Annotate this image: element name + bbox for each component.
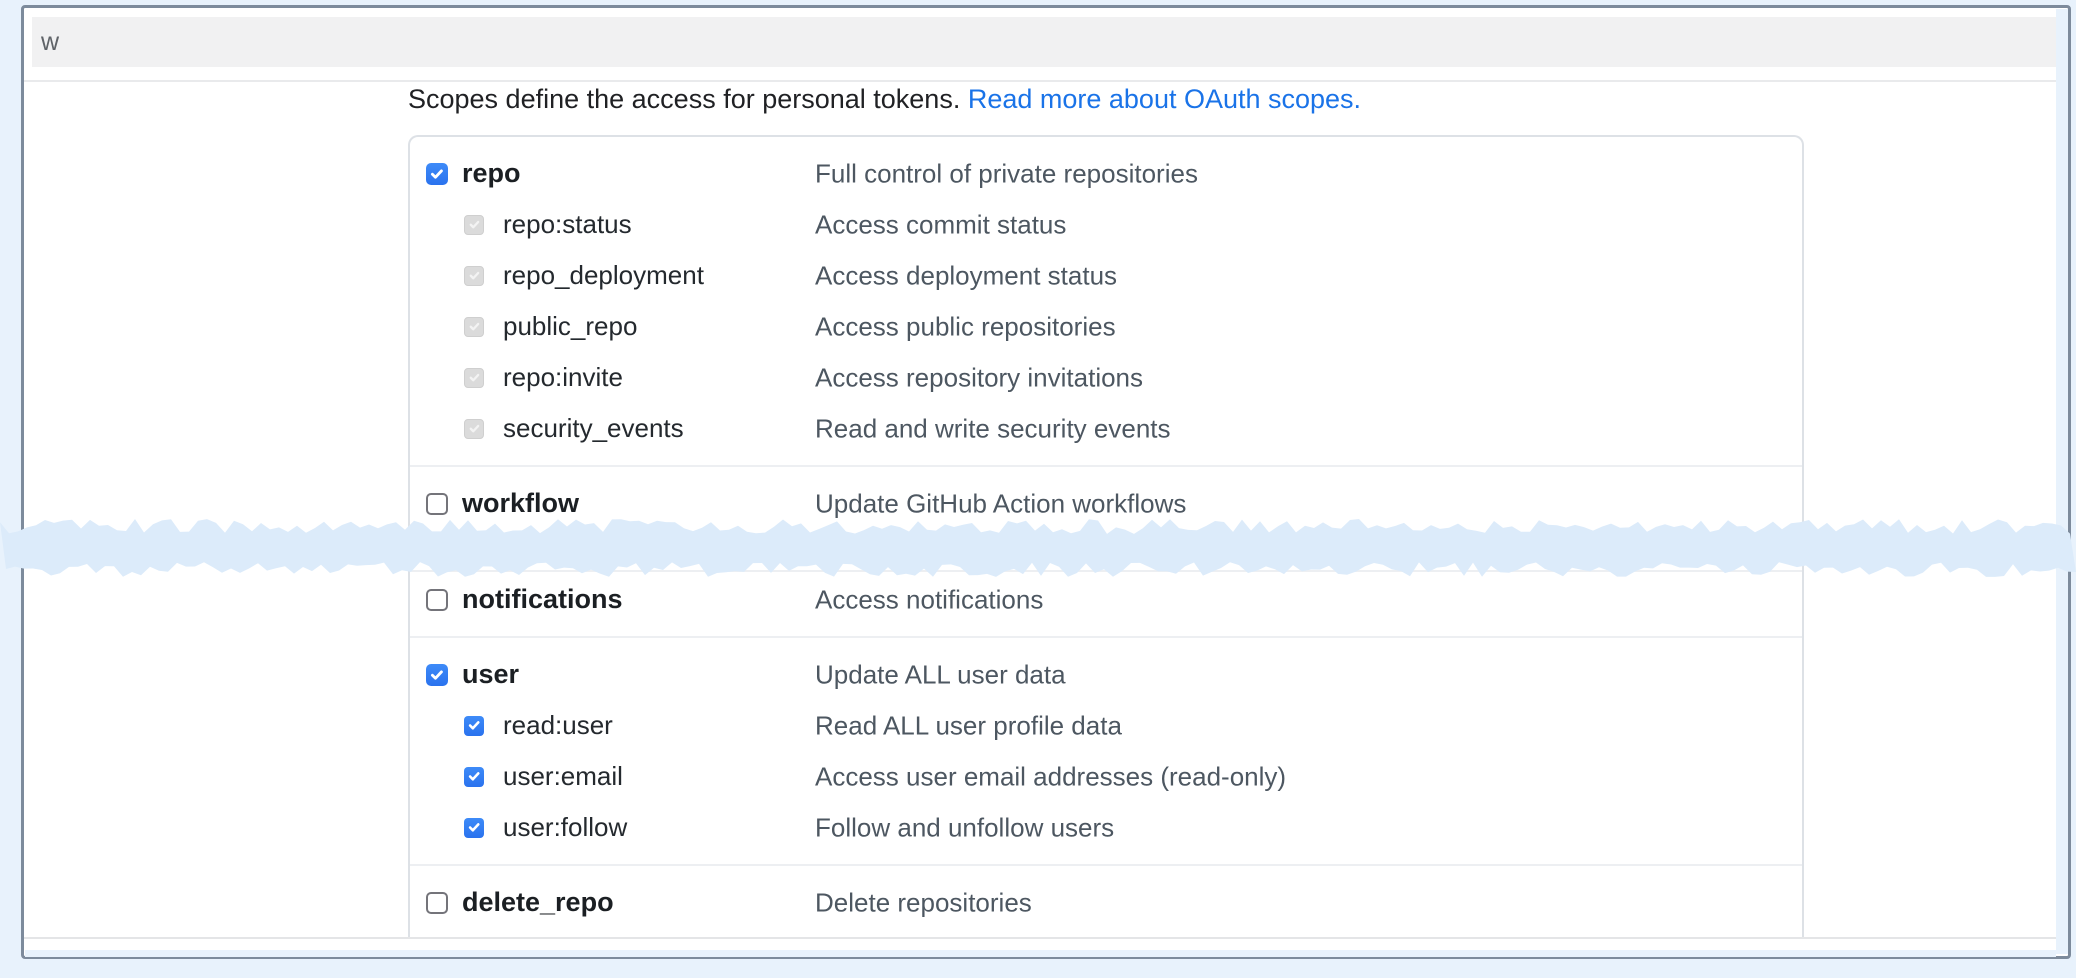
checkbox-repo[interactable]: [426, 163, 448, 185]
scope-description: Delete repositories: [815, 887, 1032, 918]
scope-description: Access notifications: [815, 584, 1043, 615]
note-input[interactable]: w: [32, 17, 2056, 67]
scope-row-repo: repo Full control of private repositories: [410, 148, 1802, 199]
checkbox-repo_deployment: [464, 266, 484, 286]
checkbox-security_events: [464, 419, 484, 439]
right-gutter: [2056, 9, 2068, 954]
scope-row-repo:invite: repo:invite Access repository invitations: [410, 352, 1802, 403]
checkbox-user[interactable]: [426, 664, 448, 686]
scope-label: public_repo: [503, 311, 637, 342]
oauth-scopes-link[interactable]: Read more about OAuth scopes.: [968, 84, 1361, 114]
scope-label: repo_deployment: [503, 260, 704, 291]
scope-label: notifications: [462, 584, 623, 615]
scope-label: user:email: [503, 761, 623, 792]
scope-label: delete_repo: [462, 887, 614, 918]
scope-label: repo:status: [503, 209, 632, 240]
checkbox-workflow[interactable]: [426, 493, 448, 515]
scope-row-repo:status: repo:status Access commit status: [410, 199, 1802, 250]
scope-group-delete_repo: delete_repo Delete repositories: [410, 866, 1802, 932]
header-divider: [24, 80, 2056, 82]
scope-row-security_events: security_events Read and write security e…: [410, 403, 1802, 454]
page-bottom-divider: [24, 937, 2056, 939]
scope-label: user: [462, 659, 519, 690]
scope-description: Read ALL user profile data: [815, 710, 1122, 741]
scope-row-user:follow: user:follow Follow and unfollow users: [410, 802, 1802, 853]
scope-label: repo:invite: [503, 362, 623, 393]
scope-label: user:follow: [503, 812, 627, 843]
scope-label: security_events: [503, 413, 684, 444]
scope-description: Update ALL user data: [815, 659, 1066, 690]
scope-group-repo: repo Full control of private repositories…: [410, 137, 1802, 465]
scope-description: Read and write security events: [815, 413, 1171, 444]
scope-group-notifications: notifications Access notifications: [410, 572, 1802, 636]
scope-label: workflow: [462, 488, 579, 519]
checkbox-repo:status: [464, 215, 484, 235]
scope-row-user: user Update ALL user data: [410, 649, 1802, 700]
scope-label: repo: [462, 158, 521, 189]
checkbox-user:email[interactable]: [464, 767, 484, 787]
scope-description: Access repository invitations: [815, 362, 1143, 393]
scopes-intro-text: Scopes define the access for personal to…: [408, 84, 968, 114]
scope-row-delete_repo: delete_repo Delete repositories: [410, 877, 1802, 928]
checkbox-repo:invite: [464, 368, 484, 388]
scope-group-user: user Update ALL user data read:user Read AL…: [410, 638, 1802, 864]
scope-row-user:email: user:email Access user email addresses (r…: [410, 751, 1802, 802]
checkbox-delete_repo[interactable]: [426, 892, 448, 914]
scope-description: Access commit status: [815, 209, 1066, 240]
checkbox-read:user[interactable]: [464, 716, 484, 736]
scope-description: Access deployment status: [815, 260, 1117, 291]
checkbox-public_repo: [464, 317, 484, 337]
scope-label: read:user: [503, 710, 613, 741]
bottom-gutter: [25, 950, 2056, 957]
scope-description: Follow and unfollow users: [815, 812, 1114, 843]
scope-description: Access public repositories: [815, 311, 1116, 342]
scope-row-public_repo: public_repo Access public repositories: [410, 301, 1802, 352]
scope-description: Access user email addresses (read-only): [815, 761, 1286, 792]
checkbox-user:follow[interactable]: [464, 818, 484, 838]
scopes-intro: Scopes define the access for personal to…: [408, 84, 1361, 115]
scope-row-repo_deployment: repo_deployment Access deployment status: [410, 250, 1802, 301]
scope-row-read:user: read:user Read ALL user profile data: [410, 700, 1802, 751]
scope-description: Full control of private repositories: [815, 158, 1198, 189]
scope-row-notifications: notifications Access notifications: [410, 574, 1802, 625]
scope-description: Update GitHub Action workflows: [815, 488, 1186, 519]
checkbox-notifications[interactable]: [426, 589, 448, 611]
